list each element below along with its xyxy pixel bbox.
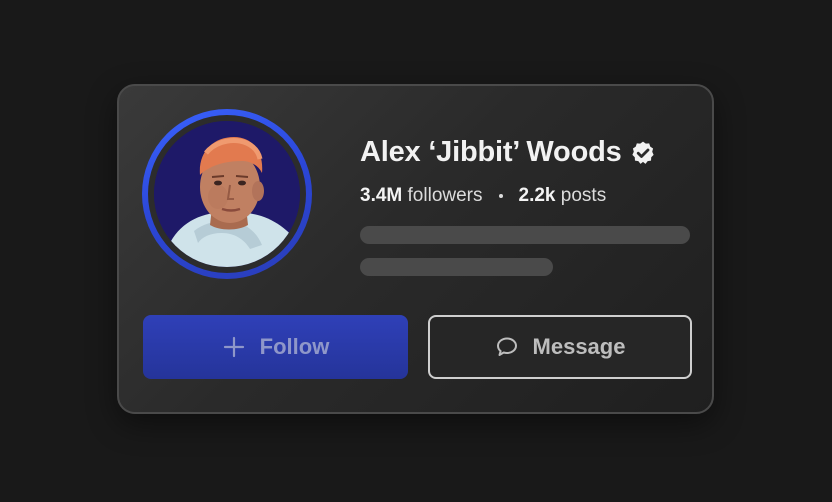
profile-name: Alex ‘Jibbit’ Woods: [360, 136, 622, 168]
avatar-ring: [142, 109, 312, 279]
posts-label: posts: [560, 185, 607, 206]
posts-count: 2.2k: [518, 185, 556, 206]
verified-badge-icon: [631, 141, 654, 164]
profile-stats: 3.4M followers 2.2k posts: [360, 185, 606, 207]
name-row: Alex ‘Jibbit’ Woods: [360, 136, 656, 169]
follow-button[interactable]: Follow: [143, 315, 408, 379]
separator-dot: [498, 194, 503, 198]
followers-count: 3.4M: [360, 185, 403, 206]
stage: Alex ‘Jibbit’ Woods 3.4M followers 2.2k …: [0, 0, 832, 502]
message-button-label: Message: [532, 334, 626, 359]
bio-placeholder-line-1: [360, 226, 690, 244]
bio-placeholder-line-2: [360, 258, 553, 276]
message-button[interactable]: Message: [428, 315, 692, 379]
plus-icon: [223, 336, 244, 358]
followers-label: followers: [407, 185, 483, 206]
chat-bubble-icon: [496, 337, 517, 356]
avatar-photo: [154, 121, 300, 267]
avatar[interactable]: [154, 121, 300, 267]
profile-card: Alex ‘Jibbit’ Woods 3.4M followers 2.2k …: [117, 84, 714, 414]
follow-button-label: Follow: [259, 334, 330, 359]
